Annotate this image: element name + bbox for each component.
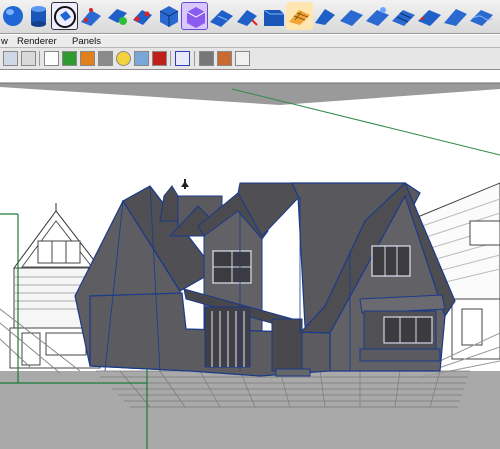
isolate-icon[interactable] bbox=[152, 51, 167, 66]
wireframe-icon[interactable] bbox=[44, 51, 59, 66]
bevel-icon[interactable] bbox=[260, 2, 287, 30]
house-model[interactable] bbox=[74, 179, 456, 377]
grid-toggle-icon[interactable] bbox=[3, 51, 18, 66]
default-light-icon[interactable] bbox=[134, 51, 149, 66]
plane-icon[interactable] bbox=[208, 2, 235, 30]
merge-vertex-icon[interactable] bbox=[129, 2, 156, 30]
cube-component-icon[interactable] bbox=[155, 2, 182, 30]
split-polygon-icon[interactable] bbox=[78, 2, 105, 30]
polygon-cylinder-icon[interactable] bbox=[25, 2, 52, 30]
shelf-toolbar bbox=[0, 0, 500, 34]
textured-icon[interactable] bbox=[80, 51, 95, 66]
slope-plane-icon[interactable] bbox=[442, 2, 469, 30]
purple-cube-icon[interactable] bbox=[181, 2, 208, 30]
panel-toolbar bbox=[0, 48, 500, 70]
toolbar-divider bbox=[194, 51, 195, 66]
shaded-icon[interactable] bbox=[62, 51, 77, 66]
menu-renderer[interactable]: Renderer bbox=[17, 35, 57, 48]
resolution-gate-icon[interactable] bbox=[199, 51, 214, 66]
checker-plane-icon[interactable] bbox=[390, 2, 417, 30]
menu-panels[interactable]: Panels bbox=[72, 35, 101, 48]
flat-plane-icon[interactable] bbox=[338, 2, 365, 30]
panel-menubar: w Renderer Panels bbox=[0, 35, 500, 48]
append-polygon-icon[interactable] bbox=[312, 2, 339, 30]
light-icon[interactable] bbox=[116, 51, 131, 66]
camera-icon[interactable] bbox=[217, 51, 232, 66]
perspective-viewport[interactable] bbox=[0, 71, 500, 449]
toolbar-divider bbox=[39, 51, 40, 66]
joint-icon[interactable] bbox=[235, 51, 250, 66]
film-gate-icon[interactable] bbox=[21, 51, 36, 66]
menu-view[interactable]: w bbox=[1, 35, 8, 48]
toolbar-divider bbox=[170, 51, 171, 66]
tilted-plane-icon[interactable] bbox=[416, 2, 443, 30]
soft-plane-icon[interactable] bbox=[364, 2, 391, 30]
polygon-sphere-icon[interactable] bbox=[0, 2, 27, 30]
wave-plane-icon[interactable] bbox=[468, 2, 495, 30]
wedge-icon[interactable] bbox=[234, 2, 261, 30]
bounding-box-icon[interactable] bbox=[175, 51, 190, 66]
grid-plane-icon[interactable] bbox=[286, 2, 313, 30]
smooth-shade-icon[interactable] bbox=[98, 51, 113, 66]
ceiling-plane bbox=[0, 83, 500, 105]
select-tool-icon[interactable] bbox=[51, 2, 78, 30]
extrude-face-icon[interactable] bbox=[104, 2, 131, 30]
